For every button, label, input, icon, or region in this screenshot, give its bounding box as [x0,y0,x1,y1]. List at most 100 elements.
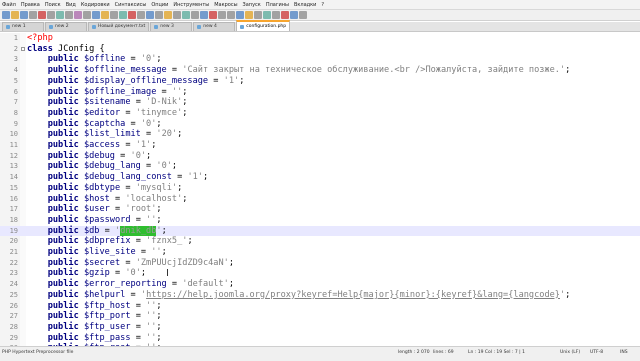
code-text[interactable]: public $helpurl = 'https://help.joomla.o… [27,290,571,301]
menu-item-7[interactable]: Инструменты [173,2,209,8]
code-line[interactable]: 3 public $offline = '0'; [0,54,640,65]
run-macro-icon[interactable] [263,11,271,19]
code-text[interactable]: public $debug_lang_const = '1'; [27,172,208,183]
record-macro-icon[interactable] [236,11,244,19]
menu-item-4[interactable]: Кодировки [81,2,110,8]
fold-toggle-icon[interactable] [21,46,25,51]
spell-icon[interactable] [281,11,289,19]
undo-icon[interactable] [92,11,100,19]
code-line[interactable]: 15 public $dbtype = 'mysqli'; [0,183,640,194]
code-line[interactable]: 25 public $helpurl = 'https://help.jooml… [0,290,640,301]
menu-item-0[interactable]: Файл [2,2,16,8]
indent-guide-icon[interactable] [182,11,190,19]
tab-2[interactable]: Новый документ.txt [88,22,150,31]
code-line[interactable]: 5 public $display_offline_message = '1'; [0,76,640,87]
code-line[interactable]: 2 class JConfig { [0,44,640,55]
code-text[interactable]: public $offline = '0'; [27,54,162,65]
code-text[interactable]: public $secret = 'ZmPUUcjIdZD9c4aN'; [27,258,234,269]
code-text[interactable]: public $captcha = '0'; [27,119,162,130]
redo-icon[interactable] [101,11,109,19]
code-text[interactable]: public $sitename = 'D-Nik'; [27,97,188,108]
extra-icon[interactable] [299,11,307,19]
save-all-icon[interactable] [29,11,37,19]
save-icon[interactable] [20,11,28,19]
code-text[interactable]: public $offline_message = 'Сайт закрыт н… [27,65,571,76]
menu-item-2[interactable]: Поиск [45,2,61,8]
code-text[interactable]: public $gzip = '0'; [27,268,146,279]
menu-item-9[interactable]: Запуск [243,2,261,8]
copy-icon[interactable] [74,11,82,19]
menu-item-12[interactable]: ? [321,2,324,8]
code-text[interactable]: public $host = 'localhost'; [27,194,188,205]
code-text[interactable]: public $access = '1'; [27,140,157,151]
code-line[interactable]: 21 public $live_site = ''; [0,247,640,258]
code-line[interactable]: 13 public $debug_lang = '0'; [0,161,640,172]
code-text[interactable]: public $display_offline_message = '1'; [27,76,245,87]
doc-map-icon[interactable] [200,11,208,19]
code-text[interactable]: public $offline_image = ''; [27,87,188,98]
code-text[interactable]: class JConfig { [27,44,105,55]
code-line[interactable]: 19 public $db = 'dnik_db'; [0,225,640,237]
menu-item-10[interactable]: Плагины [266,2,289,8]
code-text[interactable]: public $password = ''; [27,215,162,226]
tab-4[interactable]: new 4 [193,22,236,31]
code-text[interactable]: public $db = 'dnik_db'; [27,225,167,237]
menu-item-11[interactable]: Вкладки [294,2,316,8]
plugin-icon[interactable] [290,11,298,19]
code-line[interactable]: 29 public $ftp_pass = ''; [0,333,640,344]
zoom-in-icon[interactable] [128,11,136,19]
code-editor[interactable]: 1 <?php 2 class JConfig {3 public $offline … [0,33,640,346]
tab-0[interactable]: new 1 [2,22,44,31]
code-text[interactable]: public $debug_lang = '0'; [27,161,177,172]
folder-workspace-icon[interactable] [218,11,226,19]
code-text[interactable]: public $error_reporting = 'default'; [27,279,234,290]
tab-5[interactable]: configuration.php [236,20,291,31]
code-text[interactable]: <?php [27,33,53,44]
code-text[interactable]: public $ftp_user = ''; [27,322,162,333]
code-line[interactable]: 14 public $debug_lang_const = '1'; [0,172,640,183]
sync-h-icon[interactable] [155,11,163,19]
paste-icon[interactable] [83,11,91,19]
code-line[interactable]: 10 public $list_limit = '20'; [0,129,640,140]
code-text[interactable]: public $list_limit = '20'; [27,129,183,140]
code-text[interactable]: public $ftp_port = ''; [27,311,162,322]
code-line[interactable]: 11 public $access = '1'; [0,140,640,151]
code-line[interactable]: 16 public $host = 'localhost'; [0,194,640,205]
code-line[interactable]: 4 public $offline_message = 'Сайт закрыт… [0,65,640,76]
menu-item-3[interactable]: Вид [66,2,76,8]
code-line[interactable]: 22 public $secret = 'ZmPUUcjIdZD9c4aN'; [0,258,640,269]
replace-icon[interactable] [119,11,127,19]
menu-item-1[interactable]: Правка [21,2,40,8]
code-line[interactable]: 18 public $password = ''; [0,215,640,226]
tab-1[interactable]: new 2 [45,22,87,31]
print-icon[interactable] [56,11,64,19]
zoom-out-icon[interactable] [137,11,145,19]
code-line[interactable]: 7 public $sitename = 'D-Nik'; [0,97,640,108]
code-line[interactable]: 20 public $dbprefix = 'fznx5_'; [0,236,640,247]
tab-3[interactable]: new 3 [150,22,193,31]
function-list-icon[interactable] [209,11,217,19]
code-text[interactable]: public $ftp_host = ''; [27,301,162,312]
find-icon[interactable] [110,11,118,19]
code-text[interactable]: public $editor = 'tinymce'; [27,108,188,119]
udl-icon[interactable] [191,11,199,19]
menu-item-6[interactable]: Опции [151,2,168,8]
menu-item-5[interactable]: Синтаксисы [115,2,147,8]
new-file-icon[interactable] [2,11,10,19]
open-file-icon[interactable] [11,11,19,19]
sync-v-icon[interactable] [146,11,154,19]
code-line[interactable]: 12 public $debug = '0'; [0,151,640,162]
show-all-icon[interactable] [173,11,181,19]
code-text[interactable]: public $live_site = ''; [27,247,167,258]
code-text[interactable]: public $debug = '0'; [27,151,152,162]
menu-item-8[interactable]: Макросы [214,2,237,8]
close-icon[interactable] [38,11,46,19]
code-line[interactable]: 24 public $error_reporting = 'default'; [0,279,640,290]
code-text[interactable]: public $ftp_pass = ''; [27,333,162,344]
code-text[interactable]: public $user = 'root'; [27,204,162,215]
code-line[interactable]: 26 public $ftp_host = ''; [0,301,640,312]
wrap-icon[interactable] [164,11,172,19]
save-macro-icon[interactable] [272,11,280,19]
code-text[interactable]: public $dbtype = 'mysqli'; [27,183,183,194]
code-line[interactable]: 28 public $ftp_user = ''; [0,322,640,333]
